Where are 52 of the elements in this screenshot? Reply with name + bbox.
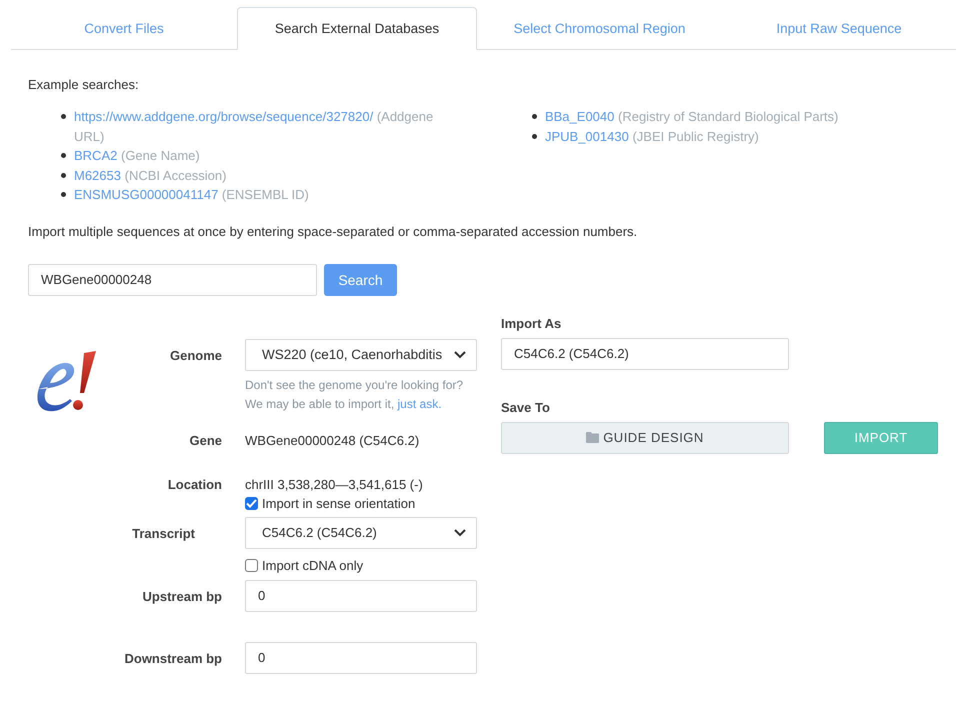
caret-icon [454,528,466,536]
example-link[interactable]: https://www.addgene.org/browse/sequence/327820/ [74,109,374,124]
example-search: BRCA2 (Gene Name) [74,147,200,165]
example-link[interactable]: BRCA2 [74,148,118,163]
example-search: ENSMUSG00000041147 (ENSEMBL ID) [74,186,309,204]
ask-link[interactable]: just ask. [398,396,442,410]
genome-dropdown[interactable]: WS220 (ce10, Caenorhabditis [245,338,477,370]
tab[interactable]: Input Raw Sequence [722,7,956,50]
example-link[interactable]: BBa_E0040 [544,109,614,124]
location-label: Location [168,476,222,492]
example-search: JPUB_001430 (JBEI Public Registry) [544,128,759,146]
example-link[interactable]: ENSMUSG00000041147 [74,187,218,202]
checkbox-label: Import cDNA only [262,558,364,572]
tab[interactable]: Convert Files [11,7,237,50]
folder-icon [586,432,600,443]
transcript-dropdown[interactable]: C54C6.2 (C54C6.2) [245,516,477,548]
search-field[interactable]: WBGene00000248 [28,264,317,296]
tab[interactable]: Search External Databases [237,7,477,50]
transcript-label: Transcript [132,524,195,540]
upstream-label: Upstream bp [142,588,222,604]
checkbox-label: Import in sense orientation [262,496,416,510]
bullet-icon [61,192,66,197]
location-value: chrIII 3,538,280—3,541,615 (-) [245,476,424,492]
example-link[interactable]: JPUB_001430 [544,128,629,144]
caret-icon [454,350,466,358]
gene-label: Gene [189,432,222,448]
gene-value: WBGene00000248 (C54C6.2) [245,432,420,448]
tab[interactable]: Select Chromosomal Region [477,7,722,50]
example-search: M62653 (NCBI Accession) [74,166,226,185]
bullet-icon [61,153,66,158]
bullet-icon [61,114,66,119]
downstream-label: Downstream bp [124,650,222,666]
downstream-field[interactable]: 0 [245,642,477,674]
checkbox[interactable] [245,496,258,510]
save-to-label: Save To [501,400,551,414]
bullet-icon [532,114,537,119]
import-button[interactable]: IMPORT [824,422,938,454]
example-link[interactable]: M62653 [74,168,121,182]
genome-help-text: Don't see the genome you're looking for? We may be able to import it, just ask. [245,376,464,412]
upstream-field[interactable]: 0 [245,580,477,612]
import-as-field[interactable]: C54C6.2 (C54C6.2) [501,338,789,370]
search-button[interactable]: Search [324,264,397,296]
bullet-icon [532,134,537,138]
example-search: BBa_E0040 (Registry of Standard Biological Parts) [544,108,838,126]
example-search: https://www.addgene.org/browse/sequence/327820/ (Addgene URL) [74,108,434,146]
examples-heading: Example searches: [28,77,140,92]
import-as-label: Import As [501,316,562,330]
genome-label: Genome [170,346,222,362]
checkbox[interactable] [245,558,258,572]
bullet-icon [61,172,66,178]
multi-import-hint: Import multiple sequences at once by entering space-separated or comma-separated accession numbers. [28,224,638,238]
folder-button[interactable]: GUIDE DESIGN [501,422,789,454]
